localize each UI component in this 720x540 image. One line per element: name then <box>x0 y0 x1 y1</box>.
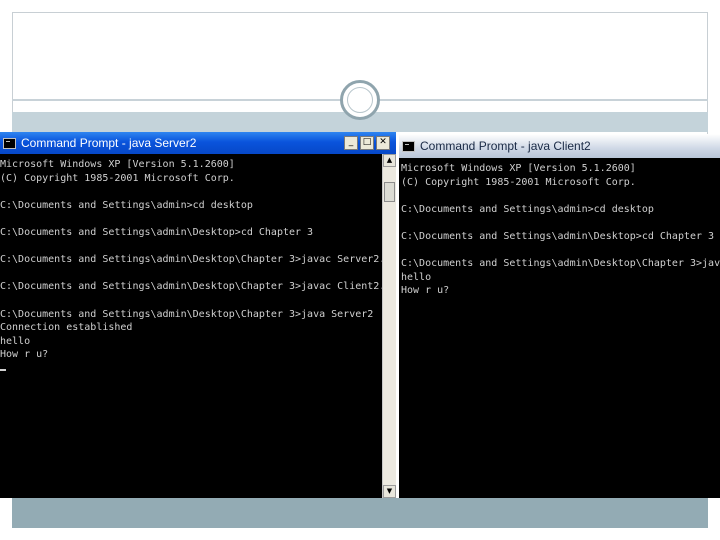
client-console-output[interactable]: Microsoft Windows XP [Version 5.1.2600] (… <box>399 158 720 498</box>
footer-band <box>12 498 708 528</box>
console-line: How r u? <box>0 349 49 361</box>
scroll-up-arrow-icon[interactable]: ▲ <box>383 154 396 167</box>
console-line: (C) Copyright 1985-2001 Microsoft Corp. <box>401 176 636 188</box>
scroll-down-arrow-icon[interactable]: ▼ <box>383 485 396 498</box>
text-cursor <box>0 368 6 371</box>
scroll-thumb[interactable] <box>384 182 395 202</box>
console-line: C:\Documents and Settings\admin\Desktop\… <box>0 308 374 320</box>
console-line: C:\Documents and Settings\admin>cd deskt… <box>0 199 253 211</box>
client-command-window[interactable]: Command Prompt - java Client2 Microsoft … <box>399 134 720 498</box>
console-line: C:\Documents and Settings\admin\Desktop\… <box>401 258 720 270</box>
client-titlebar[interactable]: Command Prompt - java Client2 <box>399 134 720 158</box>
minimize-button[interactable]: _ <box>344 136 358 150</box>
console-line: C:\Documents and Settings\admin\Desktop\… <box>0 281 382 293</box>
console-line: How r u? <box>401 285 450 297</box>
close-button[interactable]: ✕ <box>376 136 390 150</box>
command-prompt-icon <box>3 137 16 149</box>
console-line: Microsoft Windows XP [Version 5.1.2600] <box>401 163 636 174</box>
client-window-title: Command Prompt - java Client2 <box>420 139 591 153</box>
console-line: C:\Documents and Settings\admin\Desktop>… <box>0 226 314 238</box>
console-line: hello <box>401 271 432 283</box>
console-line: (C) Copyright 1985-2001 Microsoft Corp. <box>0 172 235 184</box>
console-line: C:\Documents and Settings\admin\Desktop>… <box>401 230 715 242</box>
console-line: C:\Documents and Settings\admin>cd deskt… <box>401 203 654 215</box>
maximize-button[interactable]: □ <box>360 136 374 150</box>
server-window-title: Command Prompt - java Server2 <box>21 136 197 150</box>
command-prompt-icon <box>402 140 415 152</box>
console-line: Connection established <box>0 322 133 334</box>
server-console-output[interactable]: Microsoft Windows XP [Version 5.1.2600] (… <box>0 154 382 498</box>
server-command-window[interactable]: Command Prompt - java Server2 _ □ ✕ Micr… <box>0 132 396 498</box>
server-scrollbar[interactable]: ▲ ▼ <box>382 154 396 498</box>
console-cursor-line <box>0 362 382 376</box>
server-titlebar[interactable]: Command Prompt - java Server2 _ □ ✕ <box>0 132 396 154</box>
console-line: Microsoft Windows XP [Version 5.1.2600] <box>0 159 235 170</box>
console-line: C:\Documents and Settings\admin\Desktop\… <box>0 254 382 266</box>
console-line: hello <box>0 335 31 347</box>
circle-ornament-icon <box>340 80 380 120</box>
